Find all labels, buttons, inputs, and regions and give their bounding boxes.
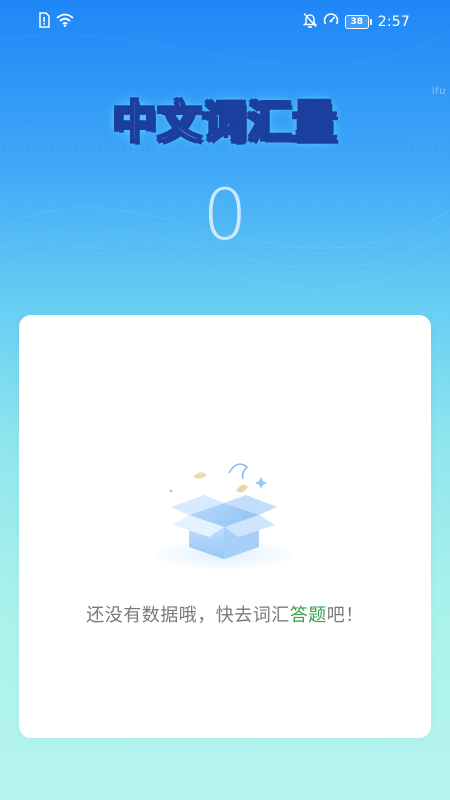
title-area: 中文词汇量 (0, 82, 450, 154)
page-title: 中文词汇量 (112, 96, 338, 149)
empty-box-icon (156, 463, 292, 569)
status-right: 38 2:57 (302, 12, 410, 32)
status-time: 2:57 (377, 14, 410, 30)
battery-level: 38 (344, 15, 369, 29)
vocabulary-count: 0 (202, 174, 248, 256)
empty-message: 还没有数据哦，快去词汇答题吧！ (19, 601, 431, 627)
result-card: 还没有数据哦，快去词汇答题吧！ (19, 315, 431, 738)
battery-icon: 38 (344, 15, 372, 29)
answer-link[interactable]: 答题 (290, 605, 327, 626)
wifi-icon (56, 13, 74, 31)
status-left (38, 12, 74, 32)
empty-message-prefix: 还没有数据哦，快去词汇 (86, 605, 290, 626)
empty-message-suffix: 吧！ (326, 605, 364, 626)
side-label: ifu (431, 86, 446, 97)
speed-icon (323, 12, 339, 32)
bell-off-icon (302, 12, 317, 32)
sim-icon (38, 12, 50, 32)
status-bar: 38 2:57 (0, 0, 450, 44)
